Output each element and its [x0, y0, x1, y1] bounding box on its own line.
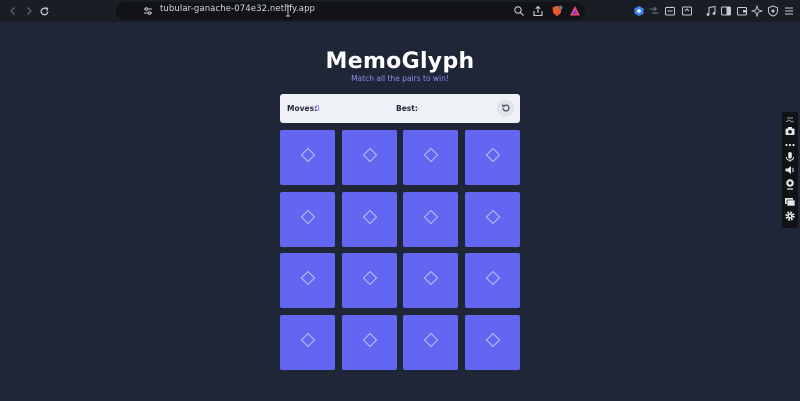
moves-label: Moves: [287, 104, 318, 113]
diamond-icon [485, 209, 501, 230]
diamond-icon [485, 270, 501, 291]
diamond-icon [300, 332, 316, 353]
settings-gear-icon[interactable] [784, 209, 796, 221]
share-icon[interactable] [532, 4, 544, 17]
url-text[interactable]: tubular-ganache-074e32.netlify.app [160, 4, 315, 14]
site-settings-icon[interactable] [142, 4, 154, 16]
brave-shields-icon[interactable] [551, 4, 563, 17]
leo-ai-icon[interactable] [750, 4, 764, 18]
text-cursor-icon [285, 4, 291, 17]
memory-card[interactable] [403, 130, 458, 185]
memory-card[interactable] [465, 192, 520, 247]
diamond-icon [300, 270, 316, 291]
reset-button[interactable] [497, 100, 514, 117]
diamond-icon [362, 270, 378, 291]
memory-card[interactable] [342, 315, 397, 370]
zoom-icon[interactable] [513, 4, 525, 16]
reset-icon [501, 100, 511, 118]
microphone-icon[interactable] [784, 150, 796, 162]
diamond-icon [485, 147, 501, 168]
memory-card[interactable] [403, 253, 458, 308]
menu-icon[interactable] [783, 4, 795, 16]
memory-card[interactable] [403, 192, 458, 247]
music-icon[interactable] [705, 4, 717, 16]
memory-card[interactable] [280, 253, 335, 308]
screenshot-icon[interactable] [681, 4, 693, 16]
diamond-icon [423, 332, 439, 353]
memory-card[interactable] [342, 130, 397, 185]
memory-card[interactable] [342, 192, 397, 247]
diamond-icon [423, 147, 439, 168]
wallet-icon[interactable] [736, 4, 748, 16]
reload-icon[interactable] [36, 3, 52, 19]
diamond-icon [300, 209, 316, 230]
memory-card[interactable] [342, 253, 397, 308]
card-grid [280, 130, 520, 370]
best-label: Best: [396, 104, 418, 113]
diamond-icon [362, 147, 378, 168]
memory-card[interactable] [280, 130, 335, 185]
diamond-icon [362, 332, 378, 353]
diamond-icon [362, 209, 378, 230]
sidebar-toggle-icon[interactable] [720, 4, 732, 16]
webcam-icon[interactable] [784, 177, 796, 190]
speaker-icon[interactable] [784, 163, 796, 175]
best-value: - [417, 104, 420, 113]
score-bar: Moves: 0 Best: - [280, 94, 520, 123]
vpn-shield-icon[interactable] [767, 4, 779, 17]
extension-puzzle-icon[interactable] [664, 4, 676, 16]
camera-icon[interactable] [784, 124, 796, 136]
diamond-icon [423, 270, 439, 291]
browser-toolbar: tubular-ganache-074e32.netlify.app [0, 0, 800, 22]
diamond-icon [485, 332, 501, 353]
forward-arrow-icon[interactable] [21, 3, 37, 19]
more-dots-icon[interactable] [784, 138, 796, 150]
memory-card[interactable] [465, 253, 520, 308]
memory-card[interactable] [403, 315, 458, 370]
extension-blue-icon[interactable] [633, 4, 645, 16]
back-arrow-icon[interactable] [5, 3, 21, 19]
memory-card[interactable] [465, 130, 520, 185]
moves-value: 0 [315, 104, 320, 113]
app-title: MemoGlyph [325, 49, 475, 74]
diamond-icon [300, 147, 316, 168]
memory-card[interactable] [280, 315, 335, 370]
brave-rewards-icon[interactable] [569, 4, 581, 16]
windows-icon[interactable] [784, 195, 796, 207]
memory-card[interactable] [280, 192, 335, 247]
app-subtitle: Match all the pairs to win! [351, 74, 449, 83]
side-panel [782, 112, 798, 228]
memory-card[interactable] [465, 315, 520, 370]
extension-arrow-icon[interactable] [648, 4, 660, 16]
diamond-icon [423, 209, 439, 230]
